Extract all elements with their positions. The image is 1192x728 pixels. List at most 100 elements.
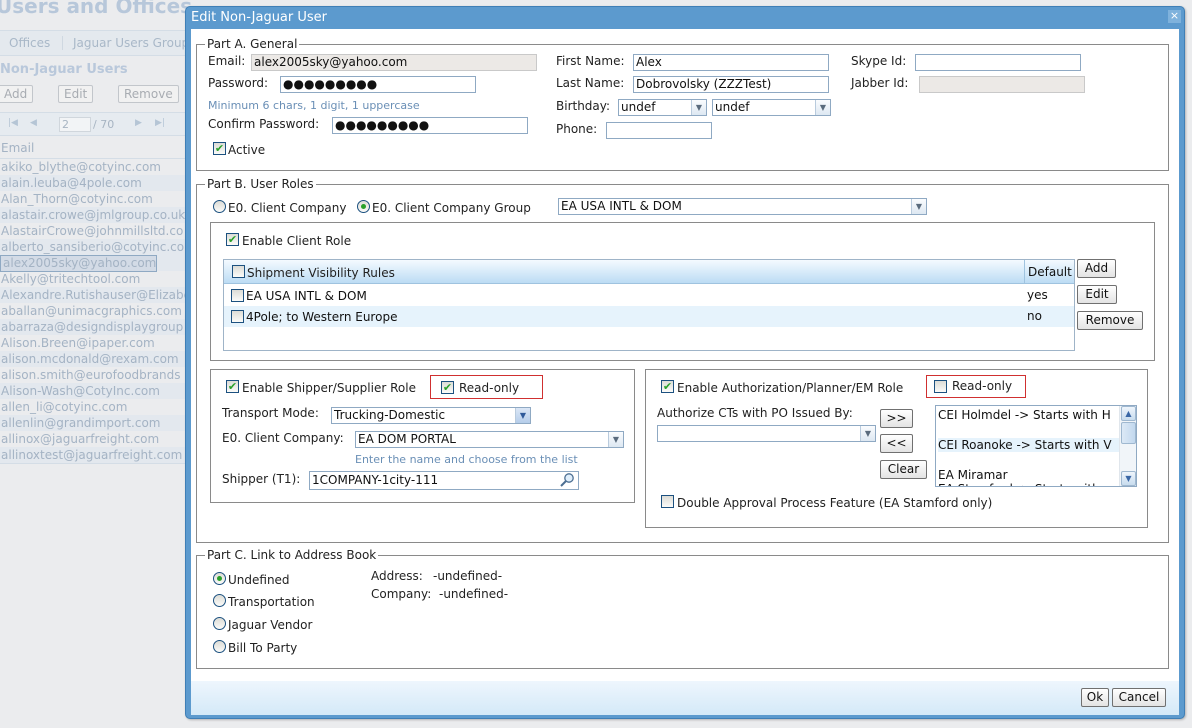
add-rule-button[interactable]: Add [1077,259,1116,278]
page-number-input[interactable]: 2 [59,117,91,132]
search-icon[interactable] [559,472,577,488]
add-user-button[interactable]: Add [0,85,34,103]
list-item[interactable]: CEI Roanoke -> Starts with V [938,438,1120,452]
clear-issuers-button[interactable]: Clear [880,460,927,479]
last-page-icon[interactable]: ▶| [155,118,165,128]
last-name-field[interactable]: Dobrovolsky (ZZZTest) [633,76,829,93]
remove-rule-button[interactable]: Remove [1077,311,1143,330]
email-column-header[interactable]: Email [0,141,190,159]
shipper-readonly-checkbox[interactable]: ✔ [441,381,454,394]
chevron-down-icon[interactable]: ▼ [911,199,926,214]
client-group-select[interactable]: EA USA INTL & DOM ▼ [558,198,927,215]
list-item[interactable]: EA Stamford -> Starts with ... [938,482,1120,486]
scroll-up-icon[interactable]: ▲ [1121,406,1136,421]
part-b-legend: Part B. User Roles [207,177,314,191]
chevron-down-icon[interactable]: ▼ [691,100,706,115]
table-row[interactable]: 4Pole; to Western Europe no [224,306,1074,327]
radio-client-company[interactable] [213,200,226,213]
list-item[interactable]: alex2005sky@yahoo.com [0,255,158,272]
authorization-readonly-checkbox[interactable] [934,380,947,393]
list-item[interactable]: alberto_sansiberio@cotyinc.com [0,239,190,255]
list-item[interactable]: akiko_blythe@cotyinc.com [0,159,190,175]
email-field[interactable]: alex2005sky@yahoo.com [251,54,537,71]
grid-header: Shipment Visibility Rules Default [224,260,1074,284]
authorize-issuer-combobox[interactable]: ▼ [657,425,876,442]
column-header-default[interactable]: Default [1024,260,1074,283]
radio-undefined[interactable] [213,572,226,585]
list-item[interactable]: Alexandre.Rutishauser@Elizabeth [0,287,190,303]
birthday-month-select[interactable]: undef ▼ [618,99,707,116]
add-issuer-button[interactable]: >> [880,409,913,428]
edit-rule-button[interactable]: Edit [1077,285,1117,304]
close-icon[interactable]: × [1168,10,1181,23]
chevron-down-icon[interactable]: ▼ [815,100,830,115]
scroll-thumb[interactable] [1121,422,1136,444]
list-item[interactable]: alastair.crowe@jmlgroup.co.uk [0,207,190,223]
edit-user-button[interactable]: Edit [58,85,94,103]
radio-transportation[interactable] [213,594,226,607]
list-item[interactable]: alain.leuba@4pole.com [0,175,190,191]
selected-issuers-listbox[interactable]: CEI Holmdel -> Starts with H CEI Roanoke… [935,405,1137,487]
chevron-down-icon[interactable]: ▼ [515,408,530,423]
list-item[interactable]: allinox@jaguarfreight.com [0,431,190,447]
jabber-field[interactable] [919,76,1085,93]
radio-bill-to-party[interactable] [213,640,226,653]
remove-issuer-button[interactable]: << [880,434,913,453]
list-item[interactable]: Alison.Breen@ipaper.com [0,335,190,351]
select-all-checkbox[interactable] [232,265,245,278]
list-item[interactable]: CEI Holmdel -> Starts with H [938,408,1120,422]
list-item[interactable]: Alan_Thorn@cotyinc.com [0,191,190,207]
skype-field[interactable] [915,54,1081,71]
first-name-label: First Name: [556,54,625,68]
visibility-rules-grid: Shipment Visibility Rules Default EA USA… [223,259,1075,351]
dialog-body: Part A. General Email: alex2005sky@yahoo… [191,29,1179,681]
tab-offices[interactable]: Offices [9,36,50,50]
list-item[interactable]: abarraza@designdisplaygroup [0,319,190,335]
jabber-label: Jabber Id: [851,76,909,90]
confirm-password-field[interactable]: ●●●●●●●●● [332,117,528,134]
next-page-icon[interactable]: ▶ [135,118,142,128]
list-item[interactable]: Alison-Wash@CotyInc.com [0,383,190,399]
active-checkbox[interactable]: ✔ [213,142,226,155]
list-item[interactable]: Akelly@tritechtool.com [0,271,190,287]
remove-user-button[interactable]: Remove [118,85,179,103]
column-header-rules[interactable]: Shipment Visibility Rules [247,266,395,280]
enable-shipper-checkbox[interactable]: ✔ [226,380,239,393]
radio-client-company-group[interactable] [357,200,370,213]
list-item[interactable]: allenlin@grandimport.com [0,415,190,431]
prev-page-icon[interactable]: ◀ [30,118,37,128]
password-hint: Minimum 6 chars, 1 digit, 1 uppercase [208,99,420,112]
list-item[interactable]: allen_li@cotyinc.com [0,399,190,415]
double-approval-checkbox[interactable] [661,495,674,508]
row-checkbox[interactable] [231,310,244,323]
shipper-field[interactable]: 1COMPANY-1city-111 [309,471,579,490]
client-company-combobox[interactable]: EA DOM PORTAL ▼ [355,431,624,448]
transport-mode-label: Transport Mode: [222,406,319,420]
cancel-button[interactable]: Cancel [1112,688,1166,707]
list-item[interactable]: EA Miramar [938,468,1120,482]
list-item[interactable]: allinoxtest@jaguarfreight.com [0,447,190,463]
tab-jaguar-users-group[interactable]: Jaguar Users Group [62,36,189,50]
first-page-icon[interactable]: |◀ [8,118,18,128]
first-name-field[interactable]: Alex [633,54,829,71]
transport-mode-select[interactable]: Trucking-Domestic ▼ [331,407,531,424]
tab-bar: Offices Jaguar Users Group [0,30,190,56]
chevron-down-icon[interactable]: ▼ [860,426,875,441]
birthday-day-select[interactable]: undef ▼ [712,99,831,116]
table-row[interactable]: EA USA INTL & DOM yes [224,285,1074,306]
list-item[interactable]: alison.smith@eurofoodbrands [0,367,190,383]
phone-field[interactable] [606,122,712,139]
radio-jaguar-vendor[interactable] [213,617,226,630]
ok-button[interactable]: Ok [1081,688,1109,707]
row-checkbox[interactable] [231,289,244,302]
list-item[interactable]: alison.mcdonald@rexam.com [0,351,190,367]
list-item[interactable]: AlastairCrowe@johnmillsltd.co [0,223,190,239]
listbox-scrollbar[interactable]: ▲ ▼ [1119,406,1136,486]
list-item[interactable]: aballan@unimacgraphics.com [0,303,190,319]
enable-authorization-checkbox[interactable]: ✔ [661,380,674,393]
list-divider [0,463,190,464]
scroll-down-icon[interactable]: ▼ [1121,471,1136,486]
password-field[interactable]: ●●●●●●●●● [280,76,476,93]
chevron-down-icon[interactable]: ▼ [608,432,623,447]
enable-client-role-checkbox[interactable]: ✔ [226,233,239,246]
